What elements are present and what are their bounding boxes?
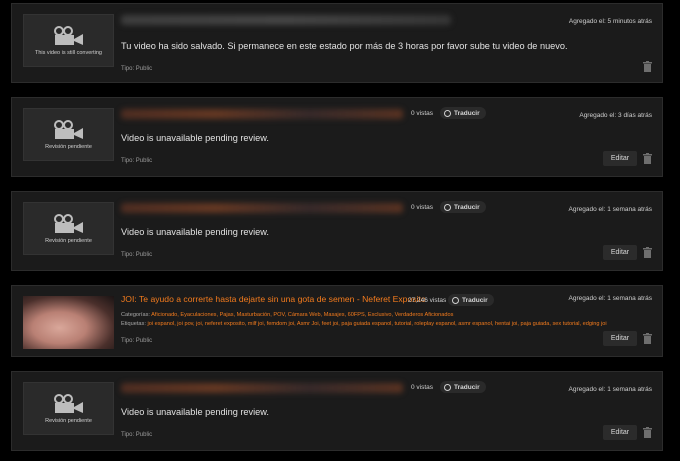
video-card: Revisión pendiente 0 vistas Traducir Agr… <box>11 97 663 177</box>
edit-button[interactable]: Editar <box>603 425 637 440</box>
trash-icon <box>643 247 652 258</box>
video-camera-icon <box>53 393 83 413</box>
translate-button[interactable]: Traducir <box>440 201 486 213</box>
translate-label: Traducir <box>454 203 480 211</box>
edit-button[interactable]: Editar <box>603 331 637 346</box>
video-camera-icon <box>53 25 83 45</box>
video-card: Revisión pendiente 0 vistas Traducir Agr… <box>11 191 663 271</box>
status-message: Video is unavailable pending review. <box>121 133 269 143</box>
thumbnail-status-label: Revisión pendiente <box>45 237 92 244</box>
thumbnail-status-label: This video is still converting <box>35 49 102 56</box>
trash-icon <box>643 333 652 344</box>
video-thumbnail[interactable]: This video is still converting <box>23 14 114 67</box>
video-thumbnail[interactable] <box>23 296 114 349</box>
video-thumbnail[interactable]: Revisión pendiente <box>23 108 114 161</box>
video-type: Tipo: Public <box>121 252 153 258</box>
tags-line: Etiquetas: joi espanol, joi pov, joi, ne… <box>121 321 607 327</box>
view-count: 27,246 vistas <box>408 297 447 304</box>
added-date: Agregado el: 5 minutos atrás <box>568 18 652 25</box>
thumbnail-status-label: Revisión pendiente <box>45 143 92 150</box>
view-count: 0 vistas <box>411 110 434 117</box>
video-thumbnail[interactable]: Revisión pendiente <box>23 202 114 255</box>
video-title-redacted[interactable] <box>121 15 451 25</box>
video-type: Tipo: Public <box>121 432 153 438</box>
translate-label: Traducir <box>454 109 480 117</box>
delete-button[interactable] <box>643 153 652 164</box>
thumbnail-status-label: Revisión pendiente <box>45 417 92 424</box>
video-camera-icon <box>53 119 83 139</box>
translate-button[interactable]: Traducir <box>448 294 494 306</box>
status-message: Tu video ha sido salvado. Si permanece e… <box>121 41 568 51</box>
video-title-redacted[interactable] <box>121 109 403 119</box>
tags-values[interactable]: joi espanol, joi pov, joi, neferet expos… <box>147 321 606 327</box>
view-count: 0 vistas <box>411 204 434 211</box>
globe-icon <box>444 203 451 211</box>
status-message: Video is unavailable pending review. <box>121 227 269 237</box>
globe-icon <box>444 383 451 391</box>
status-message: Video is unavailable pending review. <box>121 407 269 417</box>
video-thumbnail[interactable]: Revisión pendiente <box>23 382 114 435</box>
translate-label: Traducir <box>454 383 480 391</box>
video-card: Revisión pendiente 0 vistas Traducir Agr… <box>11 371 663 451</box>
added-date: Agregado el: 1 semana atrás <box>568 295 652 302</box>
video-card: This video is still converting Agregado … <box>11 3 663 83</box>
delete-button[interactable] <box>643 61 652 72</box>
delete-button[interactable] <box>643 333 652 344</box>
translate-button[interactable]: Traducir <box>440 107 486 119</box>
video-camera-icon <box>53 213 83 233</box>
trash-icon <box>643 427 652 438</box>
tags-label: Etiquetas: <box>121 321 146 327</box>
delete-button[interactable] <box>643 427 652 438</box>
view-count: 0 vistas <box>411 384 434 391</box>
categories-values[interactable]: Aficionado, Eyaculaciones, Pajas, Mastur… <box>151 312 453 318</box>
edit-button[interactable]: Editar <box>603 151 637 166</box>
video-title-redacted[interactable] <box>121 203 403 213</box>
categories-line: Categorías: Aficionado, Eyaculaciones, P… <box>121 312 453 318</box>
video-title-redacted[interactable] <box>121 383 403 393</box>
globe-icon <box>444 109 451 117</box>
translate-label: Traducir <box>462 296 488 304</box>
trash-icon <box>643 153 652 164</box>
trash-icon <box>643 61 652 72</box>
edit-button[interactable]: Editar <box>603 245 637 260</box>
added-date: Agregado el: 1 semana atrás <box>568 206 652 213</box>
video-card: JOI: Te ayudo a correrte hasta dejarte s… <box>11 285 663 357</box>
video-type: Tipo: Public <box>121 66 153 72</box>
categories-label: Categorías: <box>121 312 150 318</box>
video-type: Tipo: Public <box>121 338 153 344</box>
added-date: Agregado el: 3 días atrás <box>579 112 652 119</box>
added-date: Agregado el: 1 semana atrás <box>568 386 652 393</box>
video-type: Tipo: Public <box>121 158 153 164</box>
video-title-link[interactable]: JOI: Te ayudo a correrte hasta dejarte s… <box>121 294 426 304</box>
translate-button[interactable]: Traducir <box>440 381 486 393</box>
globe-icon <box>452 296 459 304</box>
delete-button[interactable] <box>643 247 652 258</box>
